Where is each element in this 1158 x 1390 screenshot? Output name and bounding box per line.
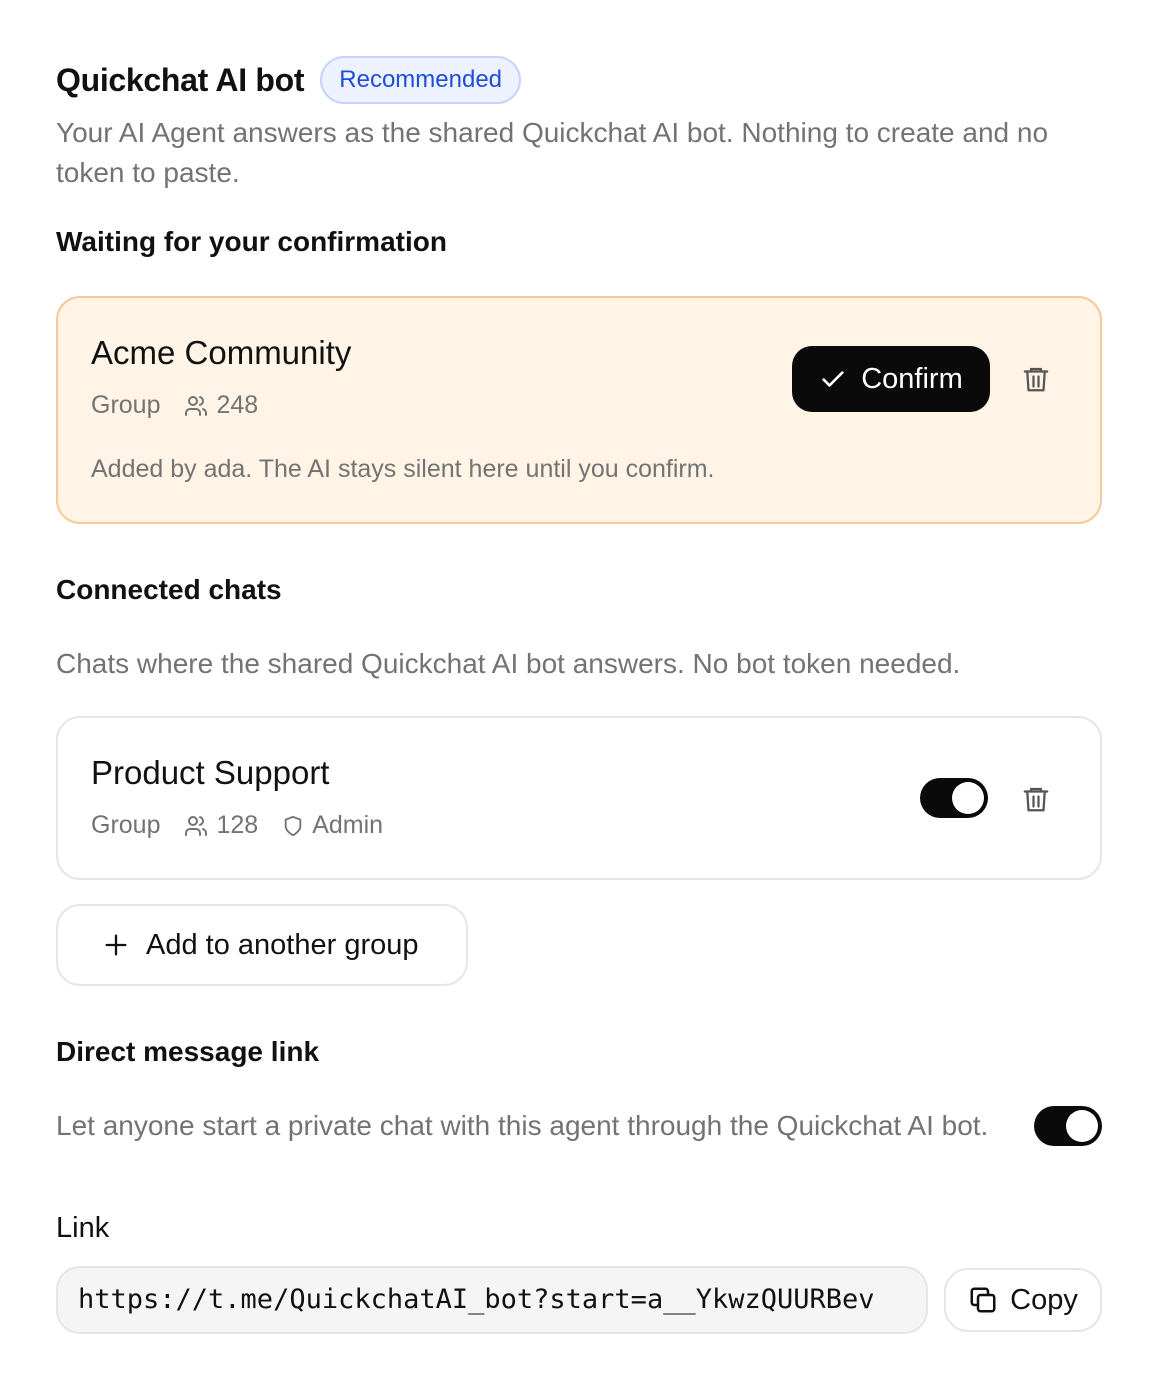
connected-description: Chats where the shared Quickchat AI bot …	[56, 648, 961, 679]
title-row: Quickchat AI bot Recommended	[56, 56, 522, 104]
confirm-button[interactable]: Confirm	[792, 346, 990, 412]
role-badge: Admin	[282, 811, 383, 840]
users-icon	[185, 395, 208, 416]
pending-section-title: Waiting for your confirmation	[56, 226, 447, 257]
member-count-value: 248	[216, 391, 259, 419]
delete-pending-button[interactable]	[1016, 359, 1056, 399]
recommended-badge: Recommended	[320, 56, 522, 104]
direct-message-description: Let anyone start a private chat with thi…	[56, 1110, 989, 1141]
link-label: Link	[56, 1212, 110, 1244]
check-icon	[822, 371, 844, 387]
chat-enabled-toggle[interactable]	[920, 778, 988, 818]
copy-icon	[970, 1287, 996, 1313]
direct-message-section-title: Direct message link	[56, 1036, 320, 1067]
confirm-label: Confirm	[861, 362, 963, 395]
connected-section-title: Connected chats	[56, 574, 282, 605]
member-count: 128	[184, 811, 258, 840]
plus-icon	[105, 934, 127, 956]
trash-icon	[1023, 787, 1049, 812]
add-to-group-label: Add to another group	[146, 928, 419, 961]
role-value: Admin	[312, 811, 384, 839]
pending-chat-card: Acme Community Group 248 Added by ada. T…	[56, 296, 1102, 524]
page-description: Your AI Agent answers as the shared Quic…	[56, 117, 1049, 188]
member-count: 248	[184, 391, 258, 420]
page-title: Quickchat AI bot	[56, 61, 305, 98]
pending-chat-name: Acme Community	[91, 334, 352, 371]
link-field[interactable]: https://t.me/QuickchatAI_bot?start=a__Yk…	[56, 1266, 928, 1334]
toggle-knob	[952, 782, 984, 814]
chat-type: Group	[91, 811, 161, 839]
toggle-knob	[1066, 1110, 1098, 1142]
direct-message-toggle[interactable]	[1034, 1106, 1102, 1146]
shield-icon	[284, 815, 302, 836]
chat-type: Group	[91, 391, 161, 419]
copy-label: Copy	[1010, 1283, 1078, 1316]
connected-chat-meta: Group 128 Admin	[91, 811, 407, 840]
pending-note: Added by ada. The AI stays silent here u…	[91, 455, 715, 483]
trash-icon	[1023, 367, 1049, 392]
users-icon	[185, 815, 208, 836]
connected-chat-card: Product Support Group 128 Admin	[56, 716, 1102, 880]
bot-settings-panel: Quickchat AI bot Recommended Your AI Age…	[0, 0, 1158, 1390]
add-to-group-button[interactable]: Add to another group	[56, 904, 468, 986]
connected-chat-name: Product Support	[91, 754, 330, 791]
delete-connected-button[interactable]	[1016, 779, 1056, 819]
pending-chat-meta: Group 248	[91, 391, 282, 420]
member-count-value: 128	[216, 811, 259, 839]
copy-button[interactable]: Copy	[944, 1268, 1102, 1332]
